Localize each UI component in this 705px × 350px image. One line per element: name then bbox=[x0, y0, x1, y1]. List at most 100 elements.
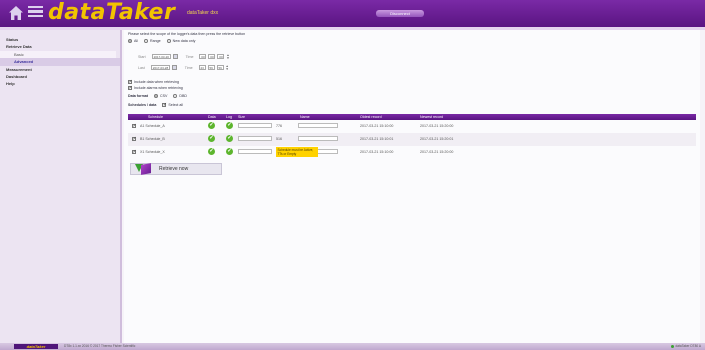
schedule-name: A1 Schedule_A bbox=[140, 123, 165, 128]
table-row[interactable]: A1 Schedule_A ✓ ✓ 776 2017-03-21 15:10:0… bbox=[128, 120, 696, 133]
scope-range-radio[interactable] bbox=[144, 39, 148, 43]
col-oldest: Oldest record bbox=[360, 114, 382, 119]
sidebar-item-help[interactable]: Help bbox=[0, 80, 120, 87]
end-time-label: Time bbox=[184, 65, 193, 70]
sidebar-item-advanced[interactable]: Advanced bbox=[0, 58, 120, 66]
data-ok-icon: ✓ bbox=[208, 148, 215, 155]
data-ok-icon: ✓ bbox=[208, 122, 215, 129]
footer-version: DT8x 1.1.xx 2016 © 2017 Thermo Fisher Sc… bbox=[64, 344, 136, 349]
download-icon bbox=[131, 163, 155, 175]
scope-range-label: Range bbox=[150, 39, 161, 43]
format-label: Data format bbox=[128, 94, 148, 98]
start-time-label: Time bbox=[185, 54, 194, 59]
calendar-icon[interactable] bbox=[172, 54, 178, 59]
scope-row: All Range New data only bbox=[128, 39, 199, 43]
status-bar: dataTaker DT8x 1.1.xx 2016 © 2017 Thermo… bbox=[0, 343, 705, 350]
menu-icon[interactable] bbox=[28, 6, 43, 20]
logo-suffix: dataTaker dxx bbox=[187, 10, 219, 16]
retrieve-panel: Please select the scope of the logger's … bbox=[124, 30, 700, 343]
retrieve-now-button[interactable]: Retrieve now bbox=[130, 163, 222, 175]
scope-new-label: New data only bbox=[172, 39, 196, 43]
newest-record: 2017-03-21 15:20:00 bbox=[420, 149, 454, 154]
sidebar-item-retrieve-data[interactable]: Retrieve Data bbox=[0, 43, 120, 50]
format-dbd-label: DBD bbox=[179, 94, 187, 98]
oldest-record: 2017-03-21 15:10:01 bbox=[360, 136, 394, 141]
col-schedule: Schedule bbox=[148, 114, 163, 119]
col-name: Name bbox=[300, 114, 310, 119]
include-alarms-checkbox[interactable] bbox=[128, 85, 133, 91]
log-ok-icon: ✓ bbox=[226, 148, 233, 155]
oldest-record: 2017-03-21 15:10:00 bbox=[360, 123, 394, 128]
calendar-icon[interactable] bbox=[171, 65, 177, 70]
start-label: Start bbox=[138, 54, 146, 59]
connection-status-icon bbox=[670, 344, 674, 348]
sidebar-item-status[interactable]: Status bbox=[0, 36, 120, 43]
sidebar-item-measurement[interactable]: Measurement bbox=[0, 66, 120, 73]
header-tab[interactable]: Disconnect bbox=[376, 10, 424, 17]
col-data: Data bbox=[208, 114, 216, 119]
tooltip: Schedule must be Active, TTs or Empty bbox=[276, 147, 318, 157]
name-input[interactable] bbox=[298, 135, 338, 141]
footer-status: dataTaker DT80 A bbox=[670, 344, 701, 349]
schedule-table: Schedule Data Log Size Name Oldest recor… bbox=[128, 114, 696, 159]
end-hour-input[interactable]: 23 bbox=[198, 65, 206, 70]
table-row[interactable]: X1 Schedule_X ✓ ✓ 2017-03-21 15:10:00 20… bbox=[128, 146, 696, 159]
include-data-checkbox[interactable] bbox=[128, 79, 133, 85]
start-minute-input[interactable]: 00 bbox=[208, 54, 216, 59]
newest-record: 2017-03-21 15:20:01 bbox=[420, 136, 454, 141]
include-alarms-label: Include alarms when retrieving bbox=[134, 86, 183, 90]
log-ok-icon: ✓ bbox=[226, 135, 233, 142]
app-logo: dataTaker bbox=[48, 0, 176, 25]
size-bar bbox=[238, 122, 272, 128]
spinner-icon[interactable]: ▲ ▼ bbox=[226, 65, 229, 71]
select-all-checkbox[interactable] bbox=[162, 102, 167, 108]
scope-all-radio[interactable] bbox=[128, 39, 132, 43]
end-second-input[interactable]: 59 bbox=[216, 65, 224, 70]
sidebar-item-basic[interactable]: Basic bbox=[0, 50, 116, 59]
schedules-label: Schedules / data bbox=[128, 103, 157, 107]
col-log: Log bbox=[226, 114, 232, 119]
size-bar bbox=[238, 148, 272, 154]
start-hour-input[interactable]: 00 bbox=[199, 54, 207, 59]
start-row: Start 2017-03-20 Time 00 00 00 ▲ ▼ bbox=[138, 54, 229, 59]
format-csv-radio[interactable] bbox=[153, 94, 158, 98]
format-row: Data format CSV DBD bbox=[128, 94, 191, 98]
include-alarms-row: Include alarms when retrieving bbox=[128, 85, 183, 91]
instruction-text: Please select the scope of the logger's … bbox=[128, 32, 246, 36]
start-second-input[interactable]: 00 bbox=[217, 54, 225, 59]
include-data-row: Include data when retrieving bbox=[128, 79, 179, 85]
footer-status-text: dataTaker DT80 A bbox=[675, 344, 701, 349]
app-header: dataTaker dataTaker dxx Disconnect bbox=[0, 0, 705, 27]
end-date-input[interactable]: 2017-03-28 bbox=[150, 65, 170, 70]
schedules-row: Schedules / data Select all bbox=[128, 102, 183, 108]
oldest-record: 2017-03-21 15:10:00 bbox=[360, 149, 394, 154]
sidebar-item-dashboard[interactable]: Dashboard bbox=[0, 73, 120, 80]
log-ok-icon: ✓ bbox=[226, 122, 233, 129]
retrieve-now-label: Retrieve now bbox=[159, 166, 189, 172]
col-newest: Newest record bbox=[420, 114, 444, 119]
end-label: Last bbox=[138, 65, 145, 70]
start-date-input[interactable]: 2017-03-20 bbox=[151, 54, 171, 59]
scope-new-radio[interactable] bbox=[166, 39, 171, 43]
row-checkbox[interactable] bbox=[132, 136, 137, 142]
size-value: 776 bbox=[276, 123, 282, 128]
schedule-name: X1 Schedule_X bbox=[140, 149, 165, 154]
table-row[interactable]: B1 Schedule_B ✓ ✓ 516 2017-03-21 15:10:0… bbox=[128, 132, 696, 146]
size-value: 516 bbox=[276, 136, 282, 141]
data-ok-icon: ✓ bbox=[208, 135, 215, 142]
col-size: Size bbox=[238, 114, 245, 119]
end-minute-input[interactable]: 59 bbox=[207, 65, 215, 70]
format-dbd-radio[interactable] bbox=[173, 94, 178, 98]
footer-logo: dataTaker bbox=[14, 343, 58, 350]
instruction-row: Please select the scope of the logger's … bbox=[128, 32, 245, 36]
include-data-label: Include data when retrieving bbox=[134, 80, 179, 84]
end-row: Last 2017-03-28 Time 23 59 59 ▲ ▼ bbox=[138, 65, 229, 70]
newest-record: 2017-03-21 15:20:00 bbox=[420, 123, 454, 128]
size-bar bbox=[238, 135, 272, 141]
spinner-icon[interactable]: ▲ ▼ bbox=[226, 54, 229, 60]
home-icon[interactable] bbox=[8, 5, 24, 21]
row-checkbox[interactable] bbox=[132, 149, 137, 155]
row-checkbox[interactable] bbox=[132, 123, 137, 129]
name-input[interactable] bbox=[298, 122, 338, 128]
select-all-label: Select all bbox=[168, 103, 183, 107]
